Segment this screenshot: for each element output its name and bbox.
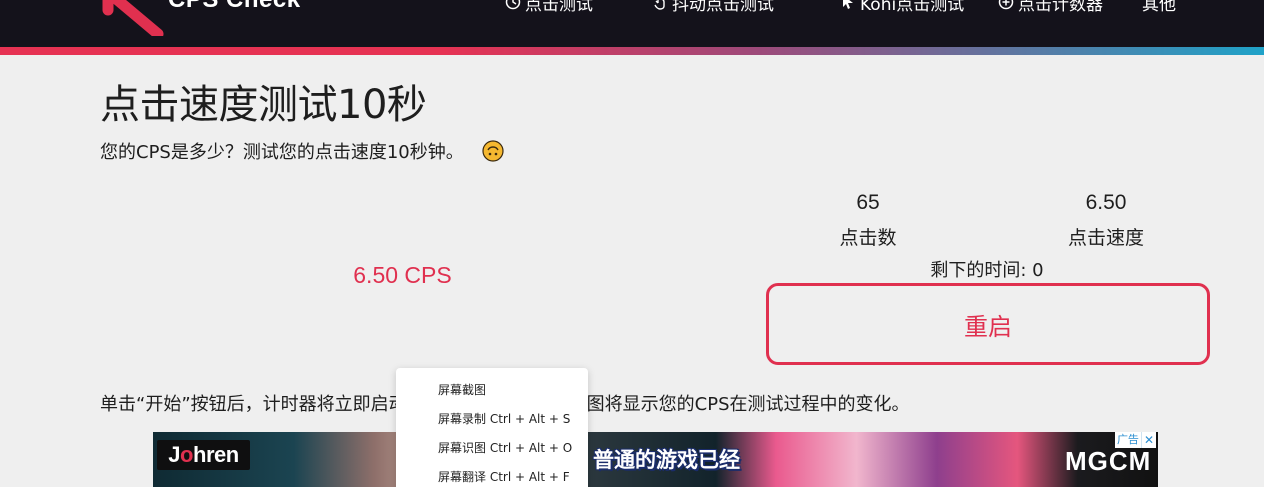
nav-label: 其他	[1142, 0, 1176, 15]
upside-down-face-icon	[482, 140, 504, 162]
clicks-stat: 65 点击数	[818, 191, 918, 250]
nav-other[interactable]: 其他	[1142, 0, 1176, 15]
nav-kohi-click-test[interactable]: Kohi点击测试	[840, 0, 965, 15]
ad-brand-suffix: hren	[193, 442, 239, 467]
clock-icon	[505, 0, 521, 10]
hand-pointer-icon	[654, 0, 665, 10]
nav-label: Kohi点击测试	[860, 0, 965, 15]
speed-value: 6.50	[1085, 191, 1127, 214]
speed-label: 点击速度	[1067, 227, 1144, 249]
ad-brand-logo: Jo hren	[157, 440, 250, 470]
speed-stat: 6.50 点击速度	[1046, 191, 1166, 250]
nav-label: 点击计数器	[1018, 0, 1103, 15]
time-left: 剩下的时间: 0	[930, 260, 1044, 281]
ad-brand-o: o	[180, 442, 193, 467]
plus-circle-icon	[998, 0, 1014, 10]
cps-result: 6.50 CPS	[353, 262, 452, 288]
header-gradient-stripe	[0, 47, 1264, 55]
menu-item-screen-record[interactable]: 屏幕录制 Ctrl + Alt + S	[396, 405, 588, 434]
nav-click-test[interactable]: 点击测试	[505, 0, 593, 15]
page-subtitle: 您的CPS是多少？测试您的点击速度10秒钟。	[100, 138, 504, 164]
menu-item-screen-ocr[interactable]: 屏幕识图 Ctrl + Alt + O	[396, 434, 588, 463]
ad-brand-prefix: J	[168, 442, 181, 467]
close-icon[interactable]: ✕	[1140, 432, 1156, 448]
ad-badge[interactable]: 广告 ✕	[1114, 432, 1156, 448]
ad-headline: 普通的游戏已经	[593, 448, 740, 472]
cursor-icon	[843, 0, 853, 9]
menu-item-screen-translate[interactable]: 屏幕翻译 Ctrl + Alt + F	[396, 463, 588, 487]
nav-jitter-click-test[interactable]: 抖动点击测试	[652, 0, 774, 15]
clicks-value: 65	[856, 191, 880, 214]
clicks-label: 点击数	[839, 227, 897, 249]
page-title: 点击速度测试10秒	[100, 82, 427, 128]
subtitle-text: 您的CPS是多少？测试您的点击速度10秒钟。	[100, 142, 464, 163]
nav-label: 点击测试	[525, 0, 593, 15]
ad-game-logo: MGCM	[1065, 446, 1152, 476]
ad-label: 广告	[1116, 433, 1139, 446]
logo-icon[interactable]	[100, 0, 170, 36]
nav-click-counter[interactable]: 点击计数器	[998, 0, 1103, 15]
menu-item-screenshot[interactable]: 屏幕截图	[396, 376, 588, 405]
ad-banner[interactable]: Jo hren 普通的游戏已经 MGCM 广告 ✕	[153, 432, 1158, 487]
top-header: CPS Check 点击测试 抖动点击测试 Kohi点击测试 点击计数器 其他	[0, 0, 1264, 47]
nav-label: 抖动点击测试	[672, 0, 774, 15]
logo-text[interactable]: CPS Check	[168, 0, 301, 14]
restart-button[interactable]: 重启	[766, 283, 1210, 365]
context-menu: 屏幕截图 屏幕录制 Ctrl + Alt + S 屏幕识图 Ctrl + Alt…	[396, 368, 588, 487]
